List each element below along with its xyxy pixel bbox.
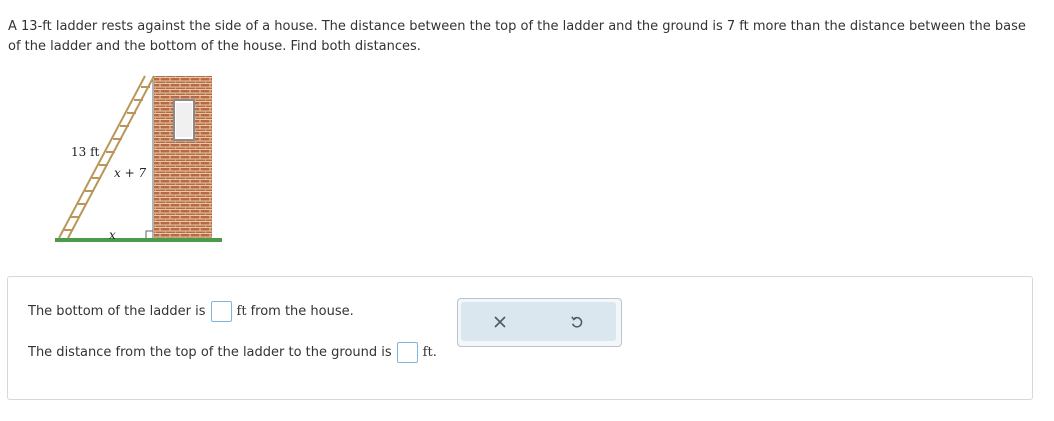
top-prefix-text: The distance from the top of the ladder … bbox=[28, 345, 392, 360]
bottom-distance-input[interactable] bbox=[210, 301, 232, 322]
ladder-figure: 13 ft x + 7 x bbox=[55, 75, 222, 242]
answer-panel: The bottom of the ladder is ft from the … bbox=[7, 276, 1033, 400]
right-angle-marker bbox=[145, 230, 153, 238]
bottom-suffix-text: from the house. bbox=[250, 304, 354, 319]
undo-button[interactable] bbox=[557, 307, 597, 337]
base-label: x bbox=[109, 228, 116, 242]
undo-icon bbox=[571, 315, 583, 328]
bottom-prefix-text: The bottom of the ladder is bbox=[28, 304, 206, 319]
height-label: x + 7 bbox=[114, 166, 146, 180]
top-distance-input[interactable] bbox=[396, 342, 418, 363]
problem-statement: A 13-ft ladder rests against the side of… bbox=[8, 19, 1026, 54]
ground-line bbox=[55, 238, 222, 242]
top-suffix-text: . bbox=[432, 345, 437, 360]
clear-button[interactable] bbox=[480, 307, 520, 337]
answer-tools bbox=[457, 298, 622, 347]
top-distance-row: The distance from the top of the ladder … bbox=[28, 342, 437, 363]
close-icon bbox=[494, 315, 506, 328]
top-unit: ft bbox=[422, 345, 433, 360]
ladder-length-label: 13 ft bbox=[71, 145, 100, 159]
bottom-distance-row: The bottom of the ladder is ft from the … bbox=[28, 301, 354, 322]
bottom-unit: ft bbox=[236, 304, 247, 319]
